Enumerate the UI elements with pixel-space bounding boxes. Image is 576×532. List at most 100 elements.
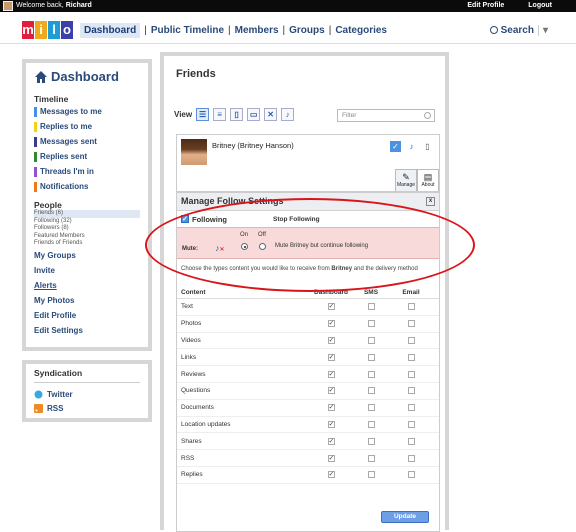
following-checkbox[interactable]: ✓: [181, 215, 189, 223]
friend-tabs: ✎ Manage ▤ About: [395, 169, 439, 191]
syndication-rss[interactable]: RSS: [34, 401, 140, 415]
email-checkbox[interactable]: [407, 336, 415, 344]
sidebar-title-label: Dashboard: [51, 69, 119, 84]
dashboard-checkbox[interactable]: ✓: [327, 437, 335, 445]
follow-row: ✓ Following Stop Following: [177, 211, 439, 227]
sms-checkbox[interactable]: [367, 420, 375, 428]
sms-view-icon[interactable]: ▭: [247, 108, 261, 121]
email-checkbox[interactable]: [407, 353, 415, 361]
col-content: Content: [181, 289, 206, 296]
people-friends[interactable]: Friends (6): [34, 210, 140, 218]
tab-manage[interactable]: ✎ Manage: [395, 169, 417, 191]
dashboard-checkbox[interactable]: ✓: [327, 420, 335, 428]
sms-checkbox[interactable]: [367, 320, 375, 328]
sms-checkbox[interactable]: [367, 387, 375, 395]
sms-checkbox[interactable]: [367, 336, 375, 344]
email-checkbox[interactable]: [407, 437, 415, 445]
timeline-item-label: Messages sent: [40, 137, 97, 146]
dashboard-checkbox[interactable]: ✓: [327, 471, 335, 479]
nav-members[interactable]: Members: [235, 25, 279, 38]
timeline-item[interactable]: Threads I'm in: [34, 164, 140, 179]
top-bar: Welcome back, Richard Edit Profile Logou…: [0, 0, 576, 12]
sms-cell: [351, 420, 391, 428]
sidebar-edit-settings[interactable]: Edit Settings: [34, 323, 140, 338]
nav-public-timeline[interactable]: Public Timeline: [151, 25, 224, 38]
sidebar-alerts[interactable]: Alerts: [34, 278, 140, 293]
sms-checkbox[interactable]: [367, 353, 375, 361]
content-type-label: Links: [181, 353, 197, 361]
chevron-down-icon[interactable]: ▾: [537, 25, 548, 36]
mute-off-radio[interactable]: [259, 243, 266, 250]
friend-avatar[interactable]: [181, 139, 207, 165]
dashboard-checkbox[interactable]: ✓: [327, 454, 335, 462]
dashboard-checkbox[interactable]: ✓: [327, 336, 335, 344]
sidebar-invite[interactable]: Invite: [34, 263, 140, 278]
email-checkbox[interactable]: [407, 404, 415, 412]
sms-checkbox[interactable]: [367, 437, 375, 445]
sms-checkbox[interactable]: [367, 370, 375, 378]
nav-groups[interactable]: Groups: [289, 25, 325, 38]
sms-checkbox[interactable]: [367, 303, 375, 311]
people-following[interactable]: Following (32): [34, 218, 140, 226]
content-type-label: Documents: [181, 404, 214, 412]
sms-checkbox[interactable]: [367, 454, 375, 462]
phone-icon[interactable]: ▯: [422, 141, 433, 152]
timeline-item[interactable]: Messages to me: [34, 104, 140, 119]
people-featured-members[interactable]: Featured Members: [34, 233, 140, 241]
checkbox-checked-icon[interactable]: ✓: [390, 141, 401, 152]
edit-profile-link[interactable]: Edit Profile: [467, 2, 504, 9]
dashboard-checkbox[interactable]: ✓: [327, 404, 335, 412]
tab-about[interactable]: ▤ About: [417, 169, 439, 191]
timeline-item[interactable]: Replies to me: [34, 119, 140, 134]
update-button[interactable]: Update: [381, 511, 429, 523]
nav-links: Dashboard | Public Timeline | Members | …: [80, 23, 387, 38]
sidebar-edit-profile[interactable]: Edit Profile: [34, 308, 140, 323]
email-checkbox[interactable]: [407, 420, 415, 428]
sidebar-title[interactable]: Dashboard: [34, 69, 140, 84]
timeline-item[interactable]: Notifications: [34, 179, 140, 194]
sms-checkbox[interactable]: [367, 404, 375, 412]
dashboard-checkbox[interactable]: ✓: [327, 353, 335, 361]
friends-panel: Friends View ☰ ≡ ▯ ▭ ✕ ♪ Filter Britney …: [160, 52, 449, 532]
friend-name[interactable]: Britney (Britney Hanson): [212, 141, 294, 150]
sms-checkbox[interactable]: [367, 471, 375, 479]
stop-following-link[interactable]: Stop Following: [273, 216, 320, 223]
following-label: Following: [192, 214, 227, 224]
sound-view-icon[interactable]: ♪: [281, 108, 295, 121]
close-button[interactable]: x: [426, 197, 435, 206]
email-checkbox[interactable]: [407, 471, 415, 479]
email-checkbox[interactable]: [407, 370, 415, 378]
people-followers[interactable]: Followers (8): [34, 225, 140, 233]
syndication-twitter[interactable]: Twitter: [34, 387, 140, 401]
mute-view-icon[interactable]: ✕: [264, 108, 278, 121]
choose-prefix: Choose the types content you would like …: [181, 266, 330, 272]
list-view-icon[interactable]: ☰: [196, 108, 210, 121]
dashboard-checkbox[interactable]: ✓: [327, 320, 335, 328]
timeline-item[interactable]: Replies sent: [34, 149, 140, 164]
email-checkbox[interactable]: [407, 387, 415, 395]
sms-cell: [351, 404, 391, 412]
email-checkbox[interactable]: [407, 454, 415, 462]
sms-cell: [351, 387, 391, 395]
people-friends-of-friends[interactable]: Friends of Friends: [34, 240, 140, 248]
mobile-view-icon[interactable]: ▯: [230, 108, 244, 121]
milo-logo[interactable]: m i l o: [22, 21, 74, 39]
detail-view-icon[interactable]: ≡: [213, 108, 227, 121]
email-checkbox[interactable]: [407, 320, 415, 328]
dashboard-checkbox[interactable]: ✓: [327, 387, 335, 395]
main-nav: m i l o Dashboard | Public Timeline | Me…: [0, 12, 576, 44]
dashboard-cell: ✓: [311, 336, 351, 344]
timeline-item[interactable]: Messages sent: [34, 134, 140, 149]
sidebar-my-photos[interactable]: My Photos: [34, 293, 140, 308]
dashboard-checkbox[interactable]: ✓: [327, 370, 335, 378]
search-button[interactable]: Search ▾: [489, 25, 548, 36]
mute-on-radio[interactable]: [241, 243, 248, 250]
speaker-icon[interactable]: ♪: [406, 141, 417, 152]
nav-categories[interactable]: Categories: [335, 25, 387, 38]
sidebar-my-groups[interactable]: My Groups: [34, 248, 140, 263]
email-checkbox[interactable]: [407, 303, 415, 311]
filter-input[interactable]: Filter: [337, 109, 435, 122]
logout-link[interactable]: Logout: [528, 2, 552, 9]
dashboard-checkbox[interactable]: ✓: [327, 303, 335, 311]
nav-dashboard[interactable]: Dashboard: [80, 23, 141, 38]
